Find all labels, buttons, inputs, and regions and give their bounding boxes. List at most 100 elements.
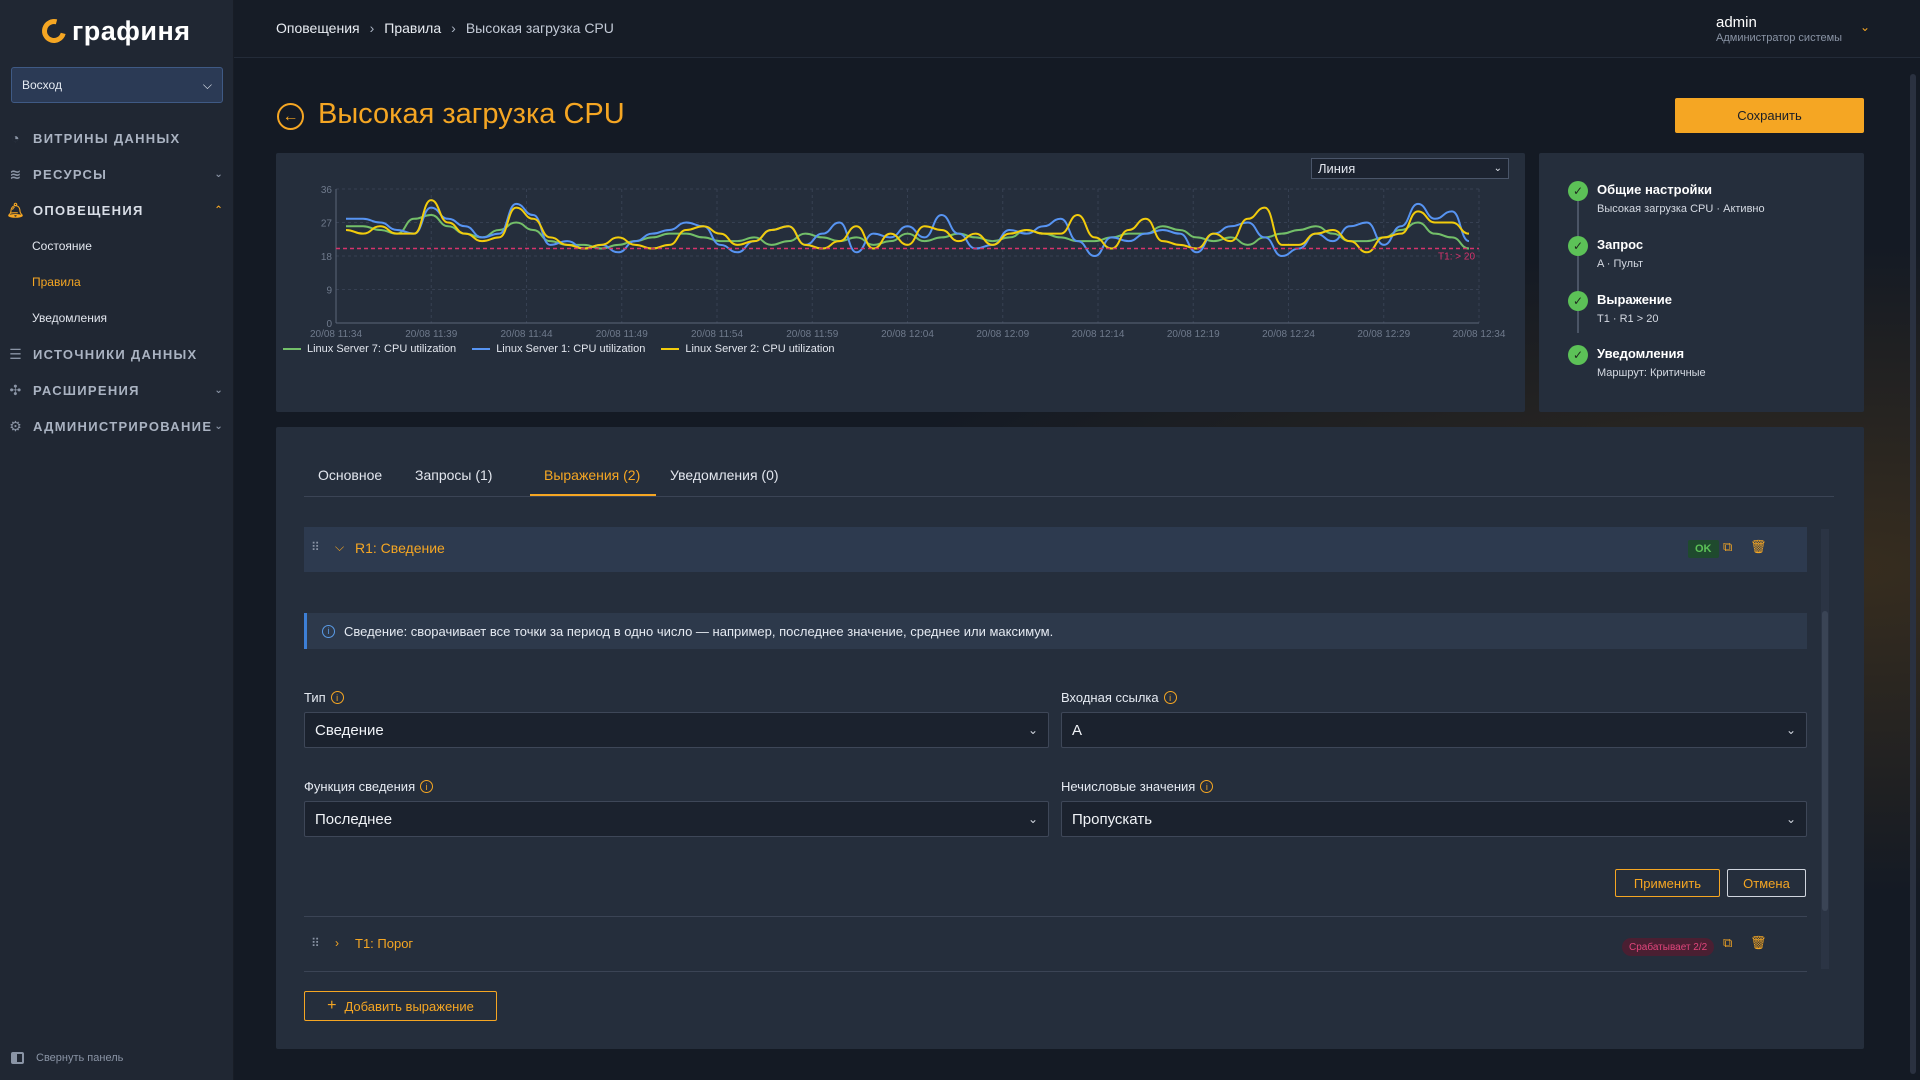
chevron-up-icon: ⌃ [214,204,224,216]
legend-label: Linux Server 7: CPU utilization [307,343,457,355]
field-label: Входная ссылка [1061,690,1159,705]
nav-item-admin[interactable]: ⚙ АДМИНИСТРИРОВАНИЕ ⌄ [0,408,234,444]
drag-handle-icon[interactable]: ⠿ [311,540,320,554]
tab-queries[interactable]: Запросы (1) [415,467,492,483]
collapse-panel-button[interactable]: Свернуть панель [11,1052,123,1064]
legend-swatch [283,348,301,350]
x-tick-label: 20/08 11:44 [500,329,553,340]
nav-item-alerting[interactable]: 🔔︎ ОПОВЕЩЕНИЯ ⌃ [0,192,234,228]
field-label: Функция сведения [304,779,416,794]
info-text: Сведение: сворачивает все точки за перио… [344,623,1054,639]
database-icon: ☰ [9,345,23,362]
select-value: Сведение [315,721,384,739]
threshold-label: T1: > 20 [1438,252,1475,263]
expression-name[interactable]: T1: Порог [355,936,413,951]
scrollbar[interactable] [1821,529,1829,969]
user-menu[interactable]: admin Администратор системы [1716,14,1842,44]
reduce-fn-select[interactable]: Последнее ⌄ [304,801,1049,837]
tab-general[interactable]: Основное [318,467,382,483]
tab-bar: Основное Запросы (1) Выражения (2) Уведо… [304,457,1834,497]
back-arrow-icon[interactable]: ← [277,103,304,130]
nav-item-label: ИСТОЧНИКИ ДАННЫХ [33,346,198,362]
apply-button[interactable]: Применить [1615,869,1720,897]
editor-panel: Основное Запросы (1) Выражения (2) Уведо… [276,427,1864,1049]
legend-item[interactable]: Linux Server 7: CPU utilization [283,343,456,355]
cancel-button[interactable]: Отмена [1727,869,1806,897]
nav-item-label: АДМИНИСТРИРОВАНИЕ [33,418,213,434]
chevron-down-icon[interactable]: ⌵ [335,540,344,555]
help-icon[interactable]: i [1200,780,1214,793]
y-tick-label: 18 [321,252,333,263]
nav-item-resources[interactable]: ≋ РЕСУРСЫ ⌄ [0,156,234,192]
type-select[interactable]: Сведение ⌄ [304,712,1049,748]
legend-label: Linux Server 2: CPU utilization [685,343,835,355]
step-subtitle: A · Пульт [1597,258,1643,270]
tab-notifications[interactable]: Уведомления (0) [670,467,779,483]
save-button[interactable]: Сохранить [1675,98,1864,133]
trash-icon[interactable]: 🗑︎ [1750,539,1767,555]
chevron-down-icon: ⌄ [1785,723,1796,737]
legend-item[interactable]: Linux Server 2: CPU utilization [661,343,835,355]
chevron-down-icon: ⌄ [214,168,224,180]
x-tick-label: 20/08 11:34 [310,329,363,340]
y-tick-label: 9 [326,286,332,297]
chevron-down-icon: ⌄ [1785,812,1796,826]
breadcrumb-alerting[interactable]: Оповещения [276,20,360,36]
non-numeric-label: Нечисловые значения i [1061,779,1214,794]
check-icon: ✓ [1568,181,1588,201]
add-expression-button[interactable]: + Добавить выражение [304,991,497,1021]
x-tick-label: 20/08 11:54 [691,329,744,340]
org-selector-value: Восход [22,78,62,92]
help-icon[interactable]: i [330,691,344,704]
breadcrumb-rules[interactable]: Правила [384,20,441,36]
topbar: Оповещения › Правила › Высокая загрузка … [234,0,1920,58]
nav-sub-notifications[interactable]: Уведомления [0,300,234,336]
org-selector[interactable]: Восход ⌵ [11,67,223,103]
y-tick-label: 27 [321,219,333,230]
status-badge: OK [1688,540,1719,558]
expression-header-r1[interactable]: ⠿ ⌵ R1: Сведение OK ⧉ 🗑︎ [304,527,1807,572]
copy-icon[interactable]: ⧉ [1723,935,1732,951]
viz-type-value: Линия [1318,161,1356,176]
reduce-fn-label: Функция сведения i [304,779,434,794]
input-ref-label: Входная ссылка i [1061,690,1177,705]
copy-icon[interactable]: ⧉ [1723,539,1732,555]
nav-item-label: ОПОВЕЩЕНИЯ [33,202,144,218]
chart-panel: 36 27 18 9 0 20/08 11:34 20/08 11:39 20/08 11:4… [276,153,1525,412]
nav-item-plugins[interactable]: ✣ РАСШИРЕНИЯ ⌄ [0,372,234,408]
legend-label: Linux Server 1: CPU utilization [496,343,646,355]
select-value: A [1072,721,1083,739]
nav-sub-rules[interactable]: Правила [0,264,234,300]
layers-icon: ≋ [9,165,23,182]
input-ref-select[interactable]: A ⌄ [1061,712,1807,748]
chevron-right-icon: › [369,20,375,36]
scrollbar-thumb[interactable] [1910,74,1916,1074]
page-title: Высокая загрузка CPU [318,98,625,130]
sidebar-toggle-icon [11,1052,24,1064]
brand-logo[interactable]: графиня [37,14,191,48]
chevron-down-icon[interactable]: ⌄ [1860,20,1870,34]
expression-name[interactable]: R1: Сведение [355,540,445,556]
help-icon[interactable]: i [420,780,434,793]
drag-handle-icon[interactable]: ⠿ [311,936,320,950]
nav-sub-state[interactable]: Состояние [0,228,234,264]
chevron-down-icon: ⌄ [214,384,224,396]
steps-connector [1577,193,1579,333]
nav-item-dashboards[interactable]: ◔ ВИТРИНЫ ДАННЫХ [0,120,234,156]
tab-expressions[interactable]: Выражения (2) [544,467,640,483]
trash-icon[interactable]: 🗑︎ [1750,935,1767,951]
help-icon[interactable]: i [1163,691,1177,704]
chevron-down-icon: ⌄ [1493,163,1502,174]
brand-name: графиня [72,15,191,46]
step-subtitle: Высокая загрузка CPU · Активно [1597,203,1765,215]
x-tick-label: 20/08 12:34 [1453,329,1506,340]
page-scrollbar[interactable] [1908,60,1918,1080]
nav-item-label: РЕСУРСЫ [33,166,108,182]
chart-legend: Linux Server 7: CPU utilization Linux Se… [283,343,835,355]
chevron-right-icon[interactable]: › [335,936,339,950]
non-numeric-select[interactable]: Пропускать ⌄ [1061,801,1807,837]
viz-type-select[interactable]: Линия ⌄ [1311,158,1509,179]
legend-item[interactable]: Linux Server 1: CPU utilization [472,343,645,355]
nav-item-datasources[interactable]: ☰ ИСТОЧНИКИ ДАННЫХ [0,336,234,372]
scrollbar-thumb[interactable] [1822,611,1828,911]
